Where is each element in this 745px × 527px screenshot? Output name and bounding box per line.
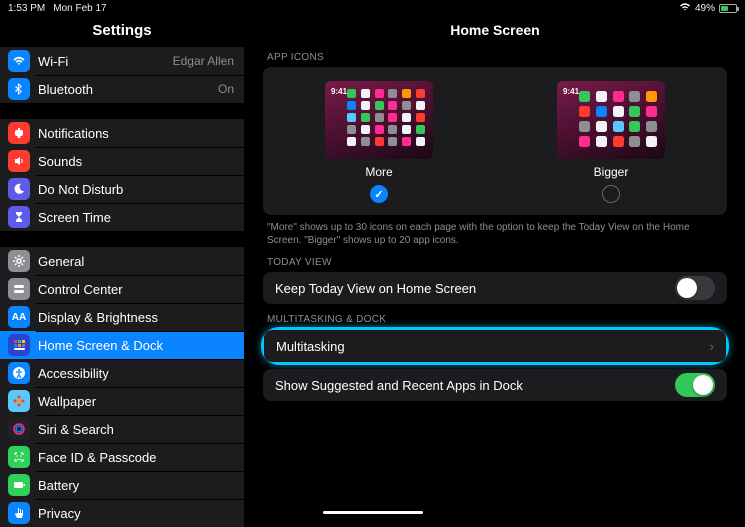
settings-sidebar: Settings Wi-FiEdgar AllenBluetoothOn Not… bbox=[0, 16, 245, 518]
content-pane: Home Screen APP ICONS 9:41 More 9:41 Big… bbox=[245, 16, 745, 518]
battery-percent: 49% bbox=[695, 3, 715, 14]
sidebar-item-privacy[interactable]: Privacy bbox=[0, 499, 244, 527]
sidebar-item-label: Face ID & Passcode bbox=[38, 450, 234, 465]
option-more[interactable]: 9:41 More bbox=[325, 81, 433, 203]
faceid-icon bbox=[8, 446, 30, 468]
today-view-row[interactable]: Keep Today View on Home Screen bbox=[263, 272, 727, 304]
sidebar-item-label: Control Center bbox=[38, 282, 234, 297]
radio-bigger[interactable] bbox=[602, 185, 620, 203]
suggested-apps-label: Show Suggested and Recent Apps in Dock bbox=[275, 378, 675, 393]
sidebar-item-value: Edgar Allen bbox=[173, 54, 234, 68]
switches-icon bbox=[8, 278, 30, 300]
bt-icon bbox=[8, 78, 30, 100]
moon-icon bbox=[8, 178, 30, 200]
sidebar-item-sounds[interactable]: Sounds bbox=[0, 147, 244, 175]
sidebar-item-control-center[interactable]: Control Center bbox=[0, 275, 244, 303]
wifi-icon bbox=[8, 50, 30, 72]
sidebar-item-value: On bbox=[218, 82, 234, 96]
sidebar-item-label: Wi-Fi bbox=[38, 54, 173, 69]
sidebar-item-label: Bluetooth bbox=[38, 82, 218, 97]
sidebar-item-home-screen-dock[interactable]: Home Screen & Dock bbox=[0, 331, 244, 359]
status-date: Mon Feb 17 bbox=[53, 3, 106, 14]
radio-more[interactable] bbox=[370, 185, 388, 203]
sidebar-item-wi-fi[interactable]: Wi-FiEdgar Allen bbox=[0, 47, 244, 75]
flower-icon bbox=[8, 390, 30, 412]
today-view-toggle[interactable] bbox=[675, 276, 715, 300]
option-bigger[interactable]: 9:41 Bigger bbox=[557, 81, 665, 203]
sidebar-item-label: Display & Brightness bbox=[38, 310, 234, 325]
sidebar-item-screen-time[interactable]: Screen Time bbox=[0, 203, 244, 231]
sidebar-item-label: Siri & Search bbox=[38, 422, 234, 437]
sidebar-item-bluetooth[interactable]: BluetoothOn bbox=[0, 75, 244, 103]
sidebar-item-label: Privacy bbox=[38, 506, 234, 521]
siri-icon bbox=[8, 418, 30, 440]
sidebar-item-notifications[interactable]: Notifications bbox=[0, 119, 244, 147]
option-bigger-label: Bigger bbox=[594, 165, 629, 179]
gear-icon bbox=[8, 250, 30, 272]
chevron-right-icon: › bbox=[710, 339, 714, 354]
today-view-header: TODAY VIEW bbox=[267, 257, 727, 268]
sidebar-item-label: General bbox=[38, 254, 234, 269]
suggested-apps-row[interactable]: Show Suggested and Recent Apps in Dock bbox=[263, 369, 727, 401]
multitasking-highlight: Multitasking › bbox=[261, 327, 729, 365]
hand-icon bbox=[8, 502, 30, 524]
access-icon bbox=[8, 362, 30, 384]
multitasking-row[interactable]: Multitasking › bbox=[264, 330, 726, 362]
sidebar-item-face-id-passcode[interactable]: Face ID & Passcode bbox=[0, 443, 244, 471]
today-view-panel: Keep Today View on Home Screen bbox=[263, 272, 727, 304]
preview-bigger: 9:41 bbox=[557, 81, 665, 159]
sidebar-item-battery[interactable]: Battery bbox=[0, 471, 244, 499]
status-time: 1:53 PM bbox=[8, 3, 45, 14]
suggested-apps-toggle[interactable] bbox=[675, 373, 715, 397]
multitasking-header: MULTITASKING & DOCK bbox=[267, 314, 727, 325]
sound-icon bbox=[8, 150, 30, 172]
sidebar-item-do-not-disturb[interactable]: Do Not Disturb bbox=[0, 175, 244, 203]
battery-icon bbox=[719, 4, 737, 13]
wifi-icon bbox=[679, 2, 691, 14]
sidebar-item-label: Notifications bbox=[38, 126, 234, 141]
home-indicator[interactable] bbox=[323, 511, 423, 514]
option-more-label: More bbox=[365, 165, 392, 179]
grid-icon bbox=[8, 334, 30, 356]
sidebar-item-display-brightness[interactable]: AA Display & Brightness bbox=[0, 303, 244, 331]
hourglass-icon bbox=[8, 206, 30, 228]
battery-icon bbox=[8, 474, 30, 496]
bell-icon bbox=[8, 122, 30, 144]
sidebar-item-siri-search[interactable]: Siri & Search bbox=[0, 415, 244, 443]
sidebar-item-label: Screen Time bbox=[38, 210, 234, 225]
sidebar-item-accessibility[interactable]: Accessibility bbox=[0, 359, 244, 387]
sidebar-item-wallpaper[interactable]: Wallpaper bbox=[0, 387, 244, 415]
sidebar-item-label: Accessibility bbox=[38, 366, 234, 381]
sidebar-item-label: Sounds bbox=[38, 154, 234, 169]
sidebar-item-general[interactable]: General bbox=[0, 247, 244, 275]
page-title: Home Screen bbox=[263, 22, 727, 38]
status-bar: 1:53 PM Mon Feb 17 49% bbox=[0, 0, 745, 16]
sidebar-item-label: Battery bbox=[38, 478, 234, 493]
sidebar-item-label: Home Screen & Dock bbox=[38, 338, 234, 353]
today-view-label: Keep Today View on Home Screen bbox=[275, 281, 675, 296]
preview-more: 9:41 bbox=[325, 81, 433, 159]
suggested-apps-panel: Show Suggested and Recent Apps in Dock bbox=[263, 369, 727, 401]
app-icons-header: APP ICONS bbox=[267, 52, 727, 63]
app-icons-footnote: "More" shows up to 30 icons on each page… bbox=[267, 221, 723, 247]
app-icons-panel: 9:41 More 9:41 Bigger bbox=[263, 67, 727, 215]
sidebar-item-label: Wallpaper bbox=[38, 394, 234, 409]
sidebar-title: Settings bbox=[0, 16, 244, 47]
aa-icon: AA bbox=[8, 306, 30, 328]
sidebar-item-label: Do Not Disturb bbox=[38, 182, 234, 197]
multitasking-label: Multitasking bbox=[276, 339, 710, 354]
